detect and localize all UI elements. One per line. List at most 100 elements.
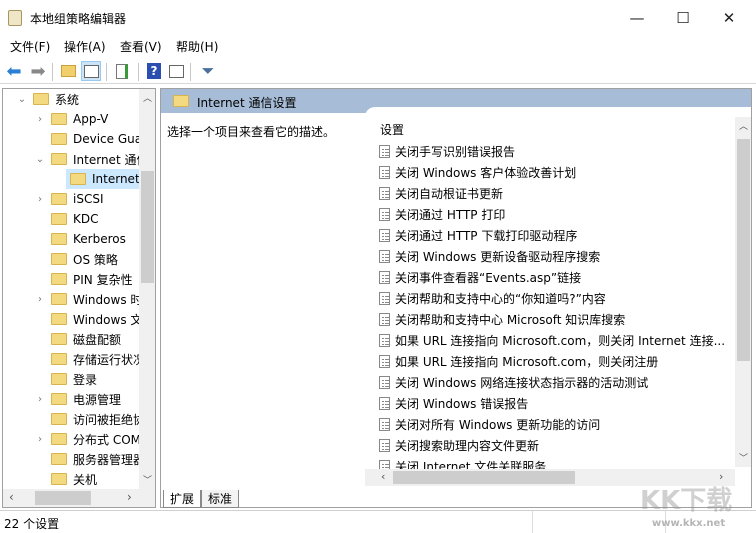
tree-item[interactable]: › iSCSI [38, 189, 104, 209]
minimize-button[interactable]: — [614, 4, 660, 32]
vertical-scrollbar[interactable]: ︿ ﹀ [735, 117, 751, 467]
tree-item-label: OS 策略 [73, 252, 118, 267]
folder-icon [51, 433, 67, 445]
collapse-chevron-icon[interactable]: ⌄ [35, 154, 45, 165]
show-hide-tree-icon[interactable] [81, 61, 101, 81]
tree-item[interactable]: 登录 [51, 369, 97, 389]
tree-vertical-scrollbar[interactable]: ︿ ﹀ [139, 89, 155, 489]
tree-item-label: 服务器管理器 [73, 452, 146, 467]
export-list-icon[interactable] [112, 61, 132, 81]
back-icon[interactable]: ⬅ [4, 61, 24, 82]
folder-icon [51, 233, 67, 245]
setting-row[interactable]: 关闭 Windows 客户体验改善计划 [379, 162, 576, 182]
tree-horizontal-scrollbar[interactable]: ‹ › [3, 489, 155, 507]
toolbar-separator [106, 63, 107, 81]
tree-item-label: Windows 时 [73, 292, 143, 307]
tree-item[interactable]: ⌄ 系统 [18, 89, 79, 109]
tree-item[interactable]: Windows 文 [51, 309, 142, 329]
tree-item[interactable]: OS 策略 [51, 249, 118, 269]
help-icon[interactable]: ? [144, 61, 164, 81]
tree-item[interactable]: 存储运行状况 [51, 349, 145, 369]
tree-item[interactable]: ⌄ Internet 通信 [36, 149, 149, 169]
setting-label: 关闭 Windows 错误报告 [395, 396, 529, 411]
setting-label: 关闭对所有 Windows 更新功能的访问 [395, 417, 601, 432]
expand-chevron-icon[interactable]: › [35, 434, 45, 445]
setting-label: 关闭 Windows 网络连接状态指示器的活动测试 [395, 375, 649, 390]
setting-label: 关闭 Windows 更新设备驱动程序搜索 [395, 249, 601, 264]
setting-row[interactable]: 关闭自动根证书更新 [379, 183, 503, 203]
menu-help[interactable]: 帮助(H) [176, 38, 218, 55]
expand-chevron-icon[interactable]: › [35, 194, 45, 205]
details-pane: Internet 通信设置 选择一个项目来查看它的描述。 设置 关闭手写识别错误… [160, 88, 752, 508]
tree-item-label: 存储运行状况 [73, 352, 146, 367]
tree-item-label: Internet [92, 172, 140, 186]
column-header-settings[interactable]: 设置 [380, 121, 404, 138]
tree-item[interactable]: Device Gua [51, 129, 142, 149]
tree-item-label: Windows 文 [73, 312, 143, 327]
watermark-logo: KK下载 [640, 486, 733, 516]
setting-row[interactable]: 关闭事件查看器“Events.asp”链接 [379, 267, 581, 287]
close-button[interactable]: ✕ [706, 4, 752, 32]
status-text: 22 个设置 [4, 517, 60, 531]
menu-view[interactable]: 查看(V) [120, 38, 162, 55]
setting-row[interactable]: 关闭通过 HTTP 下载打印驱动程序 [379, 225, 577, 245]
tree-item[interactable]: 服务器管理器 [51, 449, 145, 469]
setting-label: 关闭事件查看器“Events.asp”链接 [395, 270, 582, 285]
app-icon [8, 10, 22, 26]
scrollbar-thumb[interactable] [35, 491, 91, 505]
setting-row[interactable]: 关闭手写识别错误报告 [379, 141, 515, 161]
tree-item-label: 分布式 COM [73, 432, 141, 447]
setting-row[interactable]: 关闭对所有 Windows 更新功能的访问 [379, 414, 600, 434]
policy-setting-icon [379, 333, 390, 347]
setting-row[interactable]: 如果 URL 连接指向 Microsoft.com，则关闭 Internet 连… [379, 330, 725, 350]
forward-icon[interactable]: ➡ [28, 61, 48, 82]
window-title: 本地组策略编辑器 [30, 12, 127, 26]
tree-item[interactable]: › Windows 时 [38, 289, 143, 309]
menu-file[interactable]: 文件(F) [10, 38, 50, 55]
expand-chevron-icon[interactable]: › [35, 394, 45, 405]
setting-row[interactable]: 关闭 Windows 更新设备驱动程序搜索 [379, 246, 600, 266]
tree-item[interactable]: PIN 复杂性 [51, 269, 133, 289]
tab-standard[interactable]: 标准 [201, 490, 240, 508]
policy-setting-icon [379, 375, 390, 389]
expand-chevron-icon[interactable]: › [35, 114, 45, 125]
folder-icon [51, 333, 67, 345]
scrollbar-thumb[interactable] [393, 471, 575, 484]
toolbar-separator [52, 63, 53, 81]
folder-icon [51, 153, 67, 165]
tree-item-label: PIN 复杂性 [73, 272, 133, 287]
menu-action[interactable]: 操作(A) [64, 38, 106, 55]
collapse-chevron-icon[interactable]: ⌄ [17, 94, 27, 105]
expand-chevron-icon[interactable]: › [35, 294, 45, 305]
setting-row[interactable]: 关闭帮助和支持中心的“你知道吗?”内容 [379, 288, 606, 308]
setting-row[interactable]: 如果 URL 连接指向 Microsoft.com，则关闭注册 [379, 351, 658, 371]
filter-icon[interactable]: ⏷ [198, 61, 218, 81]
setting-row[interactable]: 关闭搜索助理内容文件更新 [379, 435, 539, 455]
tree-item[interactable]: 关机 [51, 469, 97, 489]
setting-row[interactable]: 关闭通过 HTTP 打印 [379, 204, 505, 224]
folder-icon [51, 293, 67, 305]
up-folder-icon[interactable] [58, 61, 78, 81]
tree-item[interactable]: 访问被拒绝协 [51, 409, 145, 429]
console-tree[interactable]: ⌄ 系统 › App-V Device Gua ⌄ Internet 通信 Internet ›… [2, 88, 156, 508]
tree-item[interactable]: 磁盘配额 [51, 329, 121, 349]
tree-item[interactable]: › 分布式 COM [38, 429, 141, 449]
toolbar: ⬅ ➡ ? ⏷ [0, 58, 756, 84]
folder-icon [51, 193, 67, 205]
tree-item-label: 磁盘配额 [73, 332, 122, 347]
tree-item-label: iSCSI [73, 192, 104, 206]
maximize-button[interactable]: ☐ [660, 4, 706, 32]
setting-row[interactable]: 关闭 Windows 网络连接状态指示器的活动测试 [379, 372, 648, 392]
folder-icon [51, 133, 67, 145]
policy-setting-icon [379, 249, 390, 263]
tree-item[interactable]: › 电源管理 [38, 389, 121, 409]
tree-item[interactable]: Kerberos [51, 229, 126, 249]
tree-item[interactable]: KDC [51, 209, 99, 229]
setting-row[interactable]: 关闭 Windows 错误报告 [379, 393, 528, 413]
tab-extended[interactable]: 扩展 [163, 490, 202, 508]
tree-item[interactable]: › App-V [38, 109, 108, 129]
scrollbar-thumb[interactable] [737, 139, 750, 361]
scrollbar-thumb[interactable] [141, 171, 154, 283]
setting-row[interactable]: 关闭帮助和支持中心 Microsoft 知识库搜索 [379, 309, 625, 329]
show-action-pane-icon[interactable] [166, 61, 186, 81]
